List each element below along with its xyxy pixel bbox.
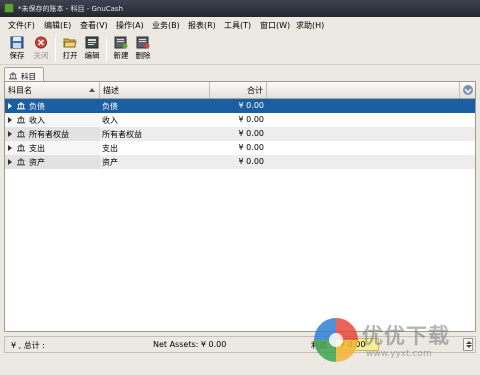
table-row[interactable]: 收入 收入 ¥ 0.00: [5, 113, 475, 127]
table-row[interactable]: 支出 支出 ¥ 0.00: [5, 141, 475, 155]
gnucash-window: *未保存的账本 - 科目 - GnuCash 文件(F) 编辑(E) 查看(V)…: [0, 0, 480, 375]
account-description: 所有者权益: [102, 130, 142, 139]
expand-arrow-icon[interactable]: [8, 117, 12, 123]
accounts-icon: [9, 72, 17, 80]
column-header-description[interactable]: 描述: [100, 82, 210, 98]
account-description: 支出: [102, 144, 118, 153]
menu-tools[interactable]: 工具(T): [224, 20, 251, 31]
menu-edit[interactable]: 编辑(E): [44, 20, 71, 31]
app-icon: [4, 3, 14, 13]
column-chooser-button[interactable]: [459, 82, 475, 98]
edit-icon: [85, 36, 99, 49]
expand-arrow-icon[interactable]: [8, 103, 12, 109]
toolbar-separator: [55, 38, 56, 62]
watermark-url: www.yyxt.com: [366, 349, 432, 359]
save-label: 保存: [9, 51, 25, 60]
account-icon: [17, 158, 25, 166]
open-button[interactable]: 打开: [58, 36, 82, 64]
expand-arrow-icon[interactable]: [8, 159, 12, 165]
account-icon: [17, 116, 25, 124]
menu-view[interactable]: 查看(V): [80, 20, 108, 31]
account-description: 收入: [102, 116, 118, 125]
account-icon: [17, 144, 25, 152]
save-icon: [10, 36, 24, 49]
table-row[interactable]: 负债 负债 ¥ 0.00: [5, 99, 475, 113]
column-header-total[interactable]: 合计: [210, 82, 267, 98]
column-header-name[interactable]: 科目名: [5, 82, 100, 98]
watermark-text: 优优下载: [362, 324, 450, 348]
menu-business[interactable]: 业务(B): [152, 20, 180, 31]
summary-currency-total: ¥ , 总计 :: [11, 341, 45, 350]
account-total: ¥ 0.00: [238, 143, 264, 152]
account-description: 负债: [102, 102, 118, 111]
account-name: 负债: [29, 102, 45, 111]
delete-account-icon: [136, 36, 150, 49]
account-icon: [17, 130, 25, 138]
account-tree: 科目名 描述 合计 负债 负债 ¥ 0.00 收入 收入 ¥ 0.00 所有者权…: [4, 81, 476, 332]
account-name: 所有者权益: [29, 130, 69, 139]
net-assets: Net Assets: ¥ 0.00: [153, 340, 227, 349]
table-row[interactable]: 资产 资产 ¥ 0.00: [5, 155, 475, 169]
toolbar: 保存 关闭 打开 编辑 新建 删除: [0, 34, 480, 65]
sort-ascending-icon: [89, 88, 95, 92]
window-title: *未保存的账本 - 科目 - GnuCash: [18, 5, 124, 13]
menu-actions[interactable]: 操作(A): [116, 20, 144, 31]
table-header: 科目名 描述 合计: [5, 82, 475, 99]
title-bar: *未保存的账本 - 科目 - GnuCash: [0, 0, 480, 17]
open-label: 打开: [62, 51, 78, 60]
table-row[interactable]: 所有者权益 所有者权益 ¥ 0.00: [5, 127, 475, 141]
save-button[interactable]: 保存: [5, 36, 29, 64]
watermark-logo-icon: [314, 318, 358, 362]
menu-windows[interactable]: 窗口(W): [260, 20, 290, 31]
arrow-down-icon: [463, 85, 473, 95]
edit-label: 编辑: [84, 51, 100, 60]
account-total: ¥ 0.00: [238, 115, 264, 124]
menu-bar: 文件(F) 编辑(E) 查看(V) 操作(A) 业务(B) 报表(R) 工具(T…: [0, 17, 480, 34]
menu-reports[interactable]: 报表(R): [188, 20, 216, 31]
delete-button[interactable]: 删除: [131, 36, 155, 64]
account-total: ¥ 0.00: [238, 157, 264, 166]
tab-accounts[interactable]: 科目: [4, 67, 44, 82]
account-name: 收入: [29, 116, 45, 125]
account-total: ¥ 0.00: [238, 101, 264, 110]
close-button[interactable]: 关闭: [29, 36, 53, 64]
account-total: ¥ 0.00: [238, 129, 264, 138]
account-name: 资产: [29, 158, 45, 167]
account-icon: [17, 102, 25, 110]
new-account-button[interactable]: 新建: [109, 36, 133, 64]
expand-arrow-icon[interactable]: [8, 131, 12, 137]
account-name: 支出: [29, 144, 45, 153]
delete-label: 删除: [135, 51, 151, 60]
account-description: 资产: [102, 158, 118, 167]
tab-strip: 科目: [0, 65, 480, 82]
edit-button[interactable]: 编辑: [80, 36, 104, 64]
menu-file[interactable]: 文件(F): [8, 20, 35, 31]
close-label: 关闭: [33, 51, 49, 60]
new-account-icon: [114, 36, 128, 49]
watermark: 优优下载 www.yyxt.com: [312, 316, 480, 372]
close-icon: [35, 36, 47, 49]
open-folder-icon: [63, 38, 77, 48]
menu-help[interactable]: 求助(H): [296, 20, 324, 31]
new-label: 新建: [113, 51, 129, 60]
expand-arrow-icon[interactable]: [8, 145, 12, 151]
toolbar-separator: [106, 38, 107, 62]
